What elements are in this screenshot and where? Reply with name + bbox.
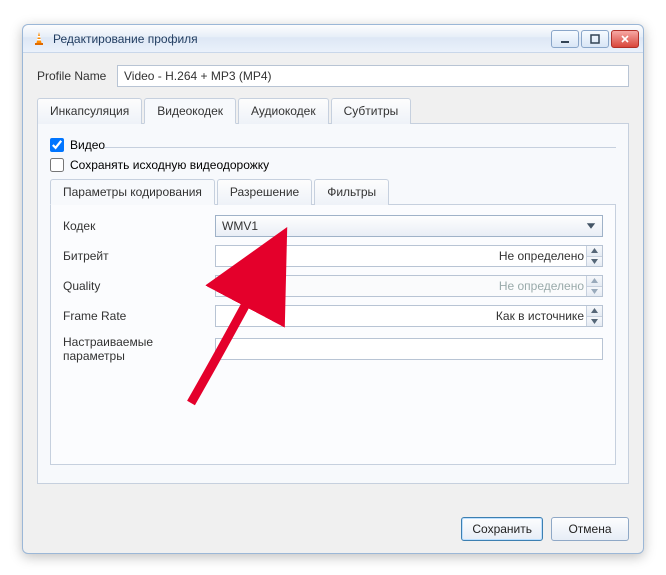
cancel-button[interactable]: Отмена bbox=[551, 517, 629, 541]
bitrate-label: Битрейт bbox=[63, 249, 215, 263]
spin-up-icon[interactable] bbox=[587, 306, 602, 317]
quality-value: Не определено bbox=[499, 279, 584, 293]
profile-name-input[interactable]: Video - H.264 + MP3 (MP4) bbox=[117, 65, 629, 87]
spin-up-icon[interactable] bbox=[587, 276, 602, 287]
subtab-resolution[interactable]: Разрешение bbox=[217, 179, 312, 205]
encoding-params-pane: Кодек WMV1 Битрейт Не определено Quality bbox=[50, 205, 616, 465]
bitrate-value: Не определено bbox=[499, 249, 584, 263]
custom-params-label: Настраиваемые параметры bbox=[63, 335, 215, 363]
subtab-filters[interactable]: Фильтры bbox=[314, 179, 389, 205]
bitrate-spin[interactable]: Не определено bbox=[215, 245, 603, 267]
videocodec-pane: Видео Сохранять исходную видеодорожку Па… bbox=[37, 124, 629, 484]
codec-label: Кодек bbox=[63, 219, 215, 233]
spin-down-icon[interactable] bbox=[587, 317, 602, 327]
tab-videocodec[interactable]: Видеокодек bbox=[144, 98, 236, 124]
framerate-spin[interactable]: Как в источнике bbox=[215, 305, 603, 327]
spin-down-icon[interactable] bbox=[587, 287, 602, 297]
keep-original-checkbox[interactable] bbox=[50, 158, 64, 172]
group-separator bbox=[104, 147, 616, 148]
subtab-encoding-params[interactable]: Параметры кодирования bbox=[50, 179, 215, 205]
codec-combo[interactable]: WMV1 bbox=[215, 215, 603, 237]
maximize-button[interactable] bbox=[581, 30, 609, 48]
vlc-cone-icon bbox=[31, 31, 47, 47]
sub-tabs: Параметры кодирования Разрешение Фильтры bbox=[50, 178, 616, 205]
titlebar: Редактирование профиля bbox=[23, 25, 643, 53]
quality-spin[interactable]: Не определено bbox=[215, 275, 603, 297]
close-button[interactable] bbox=[611, 30, 639, 48]
spin-down-icon[interactable] bbox=[587, 257, 602, 267]
profile-name-label: Profile Name bbox=[37, 69, 117, 83]
chevron-down-icon bbox=[584, 219, 598, 233]
minimize-button[interactable] bbox=[551, 30, 579, 48]
tab-encapsulation[interactable]: Инкапсуляция bbox=[37, 98, 142, 124]
codec-value: WMV1 bbox=[222, 219, 258, 233]
tab-audiocodec[interactable]: Аудиокодек bbox=[238, 98, 329, 124]
spin-up-icon[interactable] bbox=[587, 246, 602, 257]
framerate-label: Frame Rate bbox=[63, 309, 215, 323]
custom-params-input[interactable] bbox=[215, 338, 603, 360]
video-checkbox-label: Видео bbox=[70, 138, 105, 152]
profile-edit-dialog: Редактирование профиля Profile Name Vide… bbox=[22, 24, 644, 554]
quality-label: Quality bbox=[63, 279, 215, 293]
keep-original-label: Сохранять исходную видеодорожку bbox=[70, 158, 269, 172]
video-checkbox[interactable] bbox=[50, 138, 64, 152]
save-button[interactable]: Сохранить bbox=[461, 517, 543, 541]
window-title: Редактирование профиля bbox=[53, 32, 551, 46]
tab-subtitles[interactable]: Субтитры bbox=[331, 98, 412, 124]
main-tabs: Инкапсуляция Видеокодек Аудиокодек Субти… bbox=[37, 97, 629, 124]
framerate-value: Как в источнике bbox=[496, 309, 584, 323]
